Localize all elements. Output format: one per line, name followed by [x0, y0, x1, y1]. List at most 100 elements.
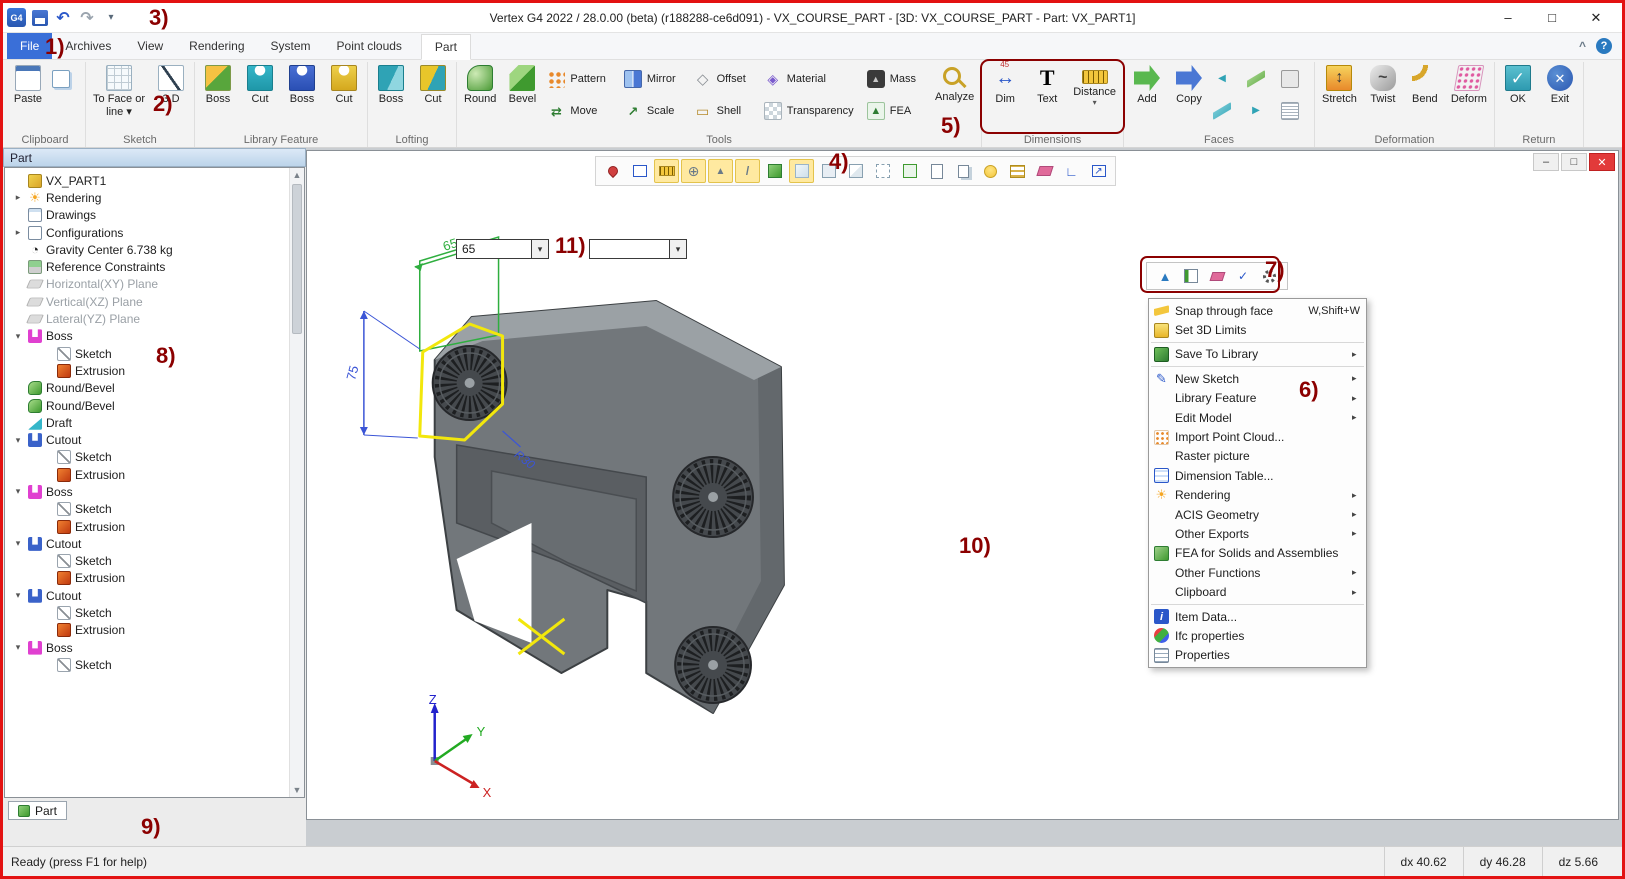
ribbon-button[interactable]: Analyze [931, 63, 978, 127]
context-menu-item[interactable]: Edit Model ▸ [1149, 408, 1366, 427]
ribbon-button[interactable]: Boss [282, 63, 322, 127]
ribbon-button[interactable]: Boss [198, 63, 238, 127]
ribbon-button[interactable]: Copy [1169, 63, 1209, 127]
context-menu-item[interactable]: New Sketch ▸ [1149, 369, 1366, 388]
ribbon-button[interactable]: Pattern [544, 63, 618, 95]
ribbon-button[interactable] [50, 63, 82, 95]
context-tool-button[interactable] [1181, 266, 1201, 286]
tree-expander-icon[interactable]: ▾ [12, 642, 24, 653]
toolbar-options-icon[interactable] [102, 9, 120, 27]
viewport-3d[interactable]: – □ ✕ [306, 150, 1619, 820]
ribbon-button[interactable]: Dim [985, 63, 1025, 127]
ribbon-button[interactable]: Stretch [1318, 63, 1361, 127]
ribbon-button[interactable]: Boss [371, 63, 411, 127]
tree-item[interactable]: Gravity Center 6.738 kg [5, 241, 304, 258]
tree-expander-icon[interactable]: ▾ [12, 435, 24, 446]
context-menu-item[interactable]: Rendering ▸ [1149, 486, 1366, 505]
save-icon[interactable] [32, 10, 48, 26]
context-menu-item[interactable]: Clipboard ▸ [1149, 582, 1366, 601]
gear-feature-right[interactable] [673, 457, 753, 537]
menu-item[interactable]: Point clouds [324, 33, 415, 59]
tree-item[interactable]: Drawings [5, 207, 304, 224]
ribbon-button[interactable]: Scale [621, 95, 689, 127]
tree-item[interactable]: Extrusion [5, 518, 304, 535]
ribbon-button[interactable]: Offset [691, 63, 759, 95]
context-menu-item[interactable]: Snap through face W,Shift+W [1149, 301, 1366, 320]
context-menu-item[interactable]: ACIS Geometry ▸ [1149, 505, 1366, 524]
maximize-button[interactable]: □ [1530, 4, 1574, 32]
scroll-down-icon[interactable]: ▼ [290, 783, 304, 797]
dimension-value[interactable]: 65 [457, 240, 531, 258]
viewport-tool-button[interactable] [627, 159, 652, 183]
viewport-tool-button[interactable] [843, 159, 868, 183]
scroll-up-icon[interactable]: ▲ [290, 168, 304, 182]
context-menu-item[interactable]: Dimension Table... [1149, 466, 1366, 485]
viewport-minimize-button[interactable]: – [1533, 153, 1559, 171]
tree-item[interactable]: Extrusion [5, 622, 304, 639]
tree-item[interactable]: Sketch [5, 345, 304, 362]
ribbon-button[interactable]: Mirror [621, 63, 689, 95]
tree-item[interactable]: Draft [5, 414, 304, 431]
viewport-tool-button[interactable] [708, 159, 733, 183]
tree-item[interactable]: ▾ Cutout [5, 535, 304, 552]
menu-item[interactable]: System [258, 33, 324, 59]
context-menu-item[interactable]: Library Feature ▸ [1149, 389, 1366, 408]
ribbon-button[interactable] [1245, 95, 1277, 127]
tree-item[interactable]: Horizontal(XY) Plane [5, 276, 304, 293]
collapse-ribbon-icon[interactable]: ^ [1579, 39, 1586, 53]
close-button[interactable]: ✕ [1574, 4, 1618, 32]
context-menu-item[interactable]: Properties [1149, 646, 1366, 665]
ribbon-button[interactable] [1211, 95, 1243, 127]
secondary-value[interactable] [590, 240, 669, 258]
ribbon-button[interactable]: Move [544, 95, 618, 127]
viewport-tool-button[interactable] [1086, 159, 1111, 183]
ribbon-button[interactable]: Exit [1540, 63, 1580, 127]
tree-item[interactable]: Sketch [5, 553, 304, 570]
ribbon-button[interactable]: Material [761, 63, 862, 95]
tree-expander-icon[interactable]: ▾ [12, 538, 24, 549]
viewport-tool-button[interactable] [1059, 159, 1084, 183]
viewport-tool-button[interactable] [897, 159, 922, 183]
tree-expander-icon[interactable]: ▾ [12, 590, 24, 601]
viewport-tool-button[interactable] [1032, 159, 1057, 183]
tree-expander-icon[interactable]: ▾ [12, 486, 24, 497]
tree-scrollbar[interactable]: ▲ ▼ [289, 168, 304, 797]
viewport-tool-button[interactable] [600, 159, 625, 183]
viewport-tool-button[interactable] [762, 159, 787, 183]
tree-item[interactable]: Sketch [5, 501, 304, 518]
chevron-down-icon[interactable] [669, 240, 686, 258]
ribbon-button[interactable]: Mass [864, 63, 929, 95]
ribbon-button[interactable]: To Face or line ▾ [89, 63, 149, 127]
ribbon-button[interactable]: Shell [691, 95, 759, 127]
ribbon-button[interactable]: OK [1498, 63, 1538, 127]
ribbon-button[interactable] [1279, 63, 1311, 95]
tree-item[interactable]: ▾ Cutout [5, 431, 304, 448]
tree-item[interactable]: Sketch [5, 449, 304, 466]
ribbon-button[interactable]: 3 D [151, 63, 191, 127]
viewport-tool-button[interactable] [1005, 159, 1030, 183]
tree-item[interactable]: Sketch [5, 604, 304, 621]
context-menu-item[interactable]: Other Exports ▸ [1149, 524, 1366, 543]
minimize-button[interactable]: – [1486, 4, 1530, 32]
help-icon[interactable]: ? [1596, 38, 1612, 54]
tree-item[interactable]: ▾ Boss [5, 483, 304, 500]
context-menu-item[interactable]: Import Point Cloud... [1149, 427, 1366, 446]
ribbon-button[interactable]: Bend [1405, 63, 1445, 127]
ribbon-button[interactable]: Round [460, 63, 500, 127]
menu-item[interactable]: File [7, 33, 52, 59]
tree-item[interactable]: Lateral(YZ) Plane [5, 310, 304, 327]
menu-item[interactable]: View [124, 33, 176, 59]
viewport-tool-button[interactable] [735, 159, 760, 183]
viewport-tool-button[interactable] [789, 159, 814, 183]
ribbon-button[interactable]: Cut [324, 63, 364, 127]
ribbon-button[interactable]: Add [1127, 63, 1167, 127]
ribbon-button[interactable]: Distance ▾ [1069, 63, 1120, 127]
tree-item[interactable]: Vertical(XZ) Plane [5, 293, 304, 310]
viewport-tool-button[interactable] [816, 159, 841, 183]
undo-icon[interactable] [54, 9, 72, 27]
ribbon-button[interactable]: Cut [413, 63, 453, 127]
ribbon-button[interactable]: FEA [864, 95, 929, 127]
tree-item[interactable]: Round/Bevel [5, 397, 304, 414]
ribbon-button[interactable]: Cut [240, 63, 280, 127]
tree-item[interactable]: ▾ Boss [5, 639, 304, 656]
